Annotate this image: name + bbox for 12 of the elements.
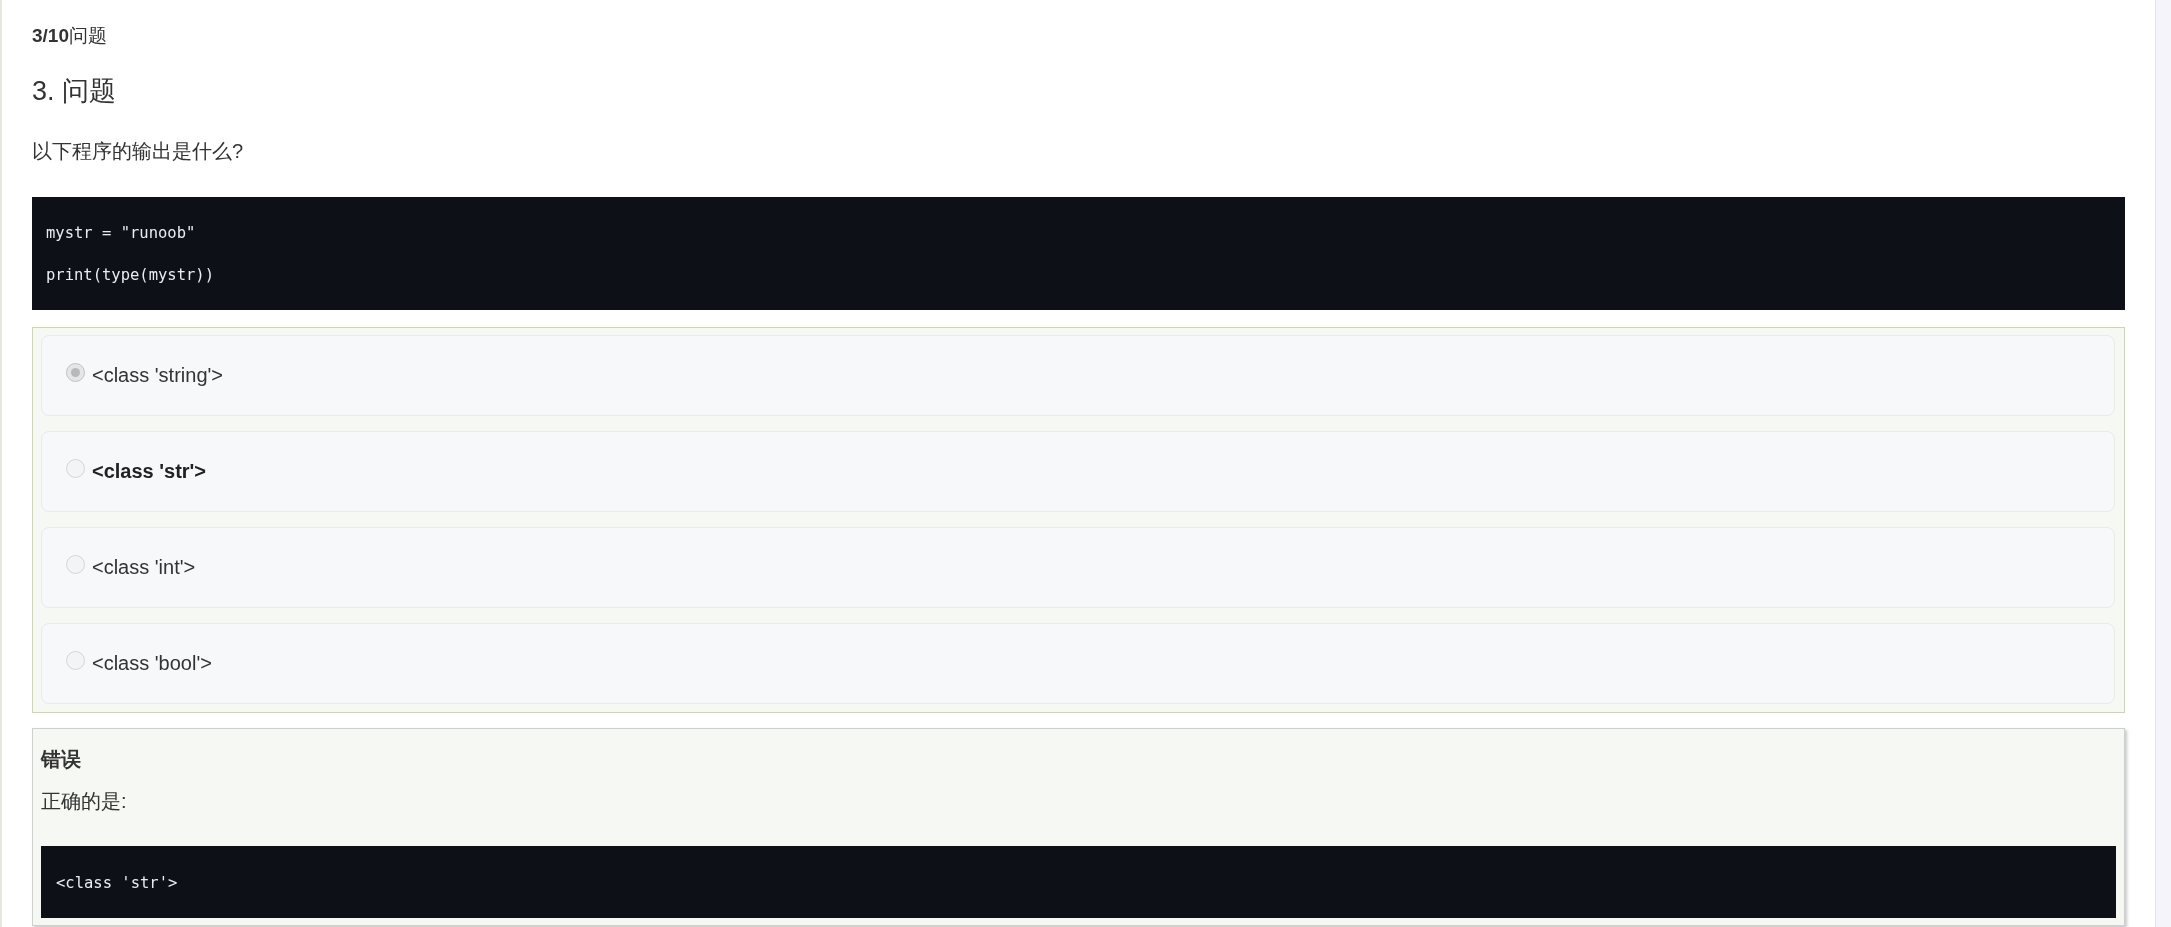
explanation-text: 正确的是: [41,789,127,814]
option-label: <class 'int'> [92,556,196,579]
option-label: <class 'bool'> [92,652,212,675]
question-prompt: 以下程序的输出是什么? [32,139,244,164]
option-label: <class 'str'> [92,460,207,483]
code-line: print(type(mystr)) [46,265,214,286]
option-label: <class 'string'> [92,364,224,387]
verdict-title: 错误 [41,747,81,772]
code-line: <class 'str'> [56,873,178,894]
question-counter: 3/10问题 [32,24,107,48]
code-line: mystr = "runoob" [46,223,196,244]
question-title: 3. 问题 [32,75,117,108]
